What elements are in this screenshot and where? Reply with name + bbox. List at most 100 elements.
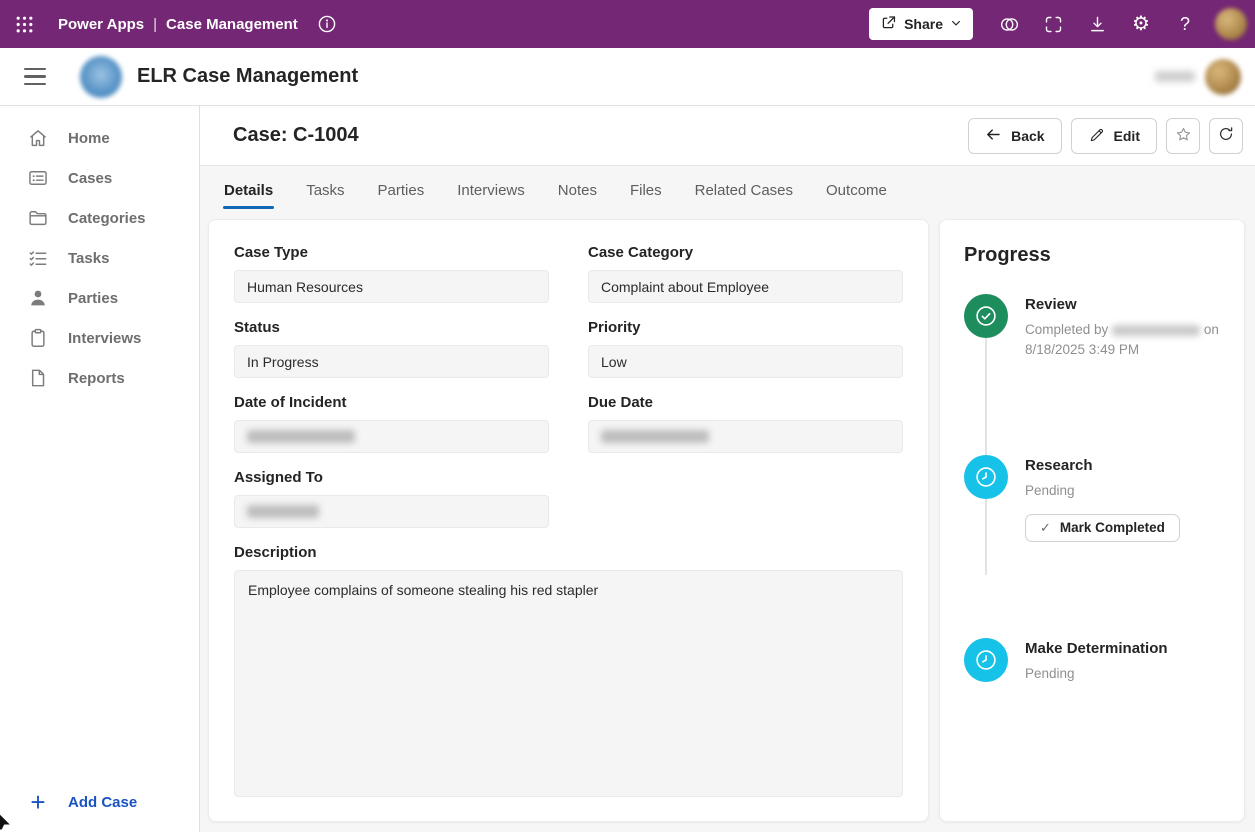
arrow-left-icon (985, 126, 1002, 146)
sidebar-item-reports[interactable]: Reports (0, 358, 199, 398)
user-avatar-small[interactable] (1205, 59, 1241, 95)
field-empty-slot (588, 469, 903, 528)
edit-button[interactable]: Edit (1071, 118, 1157, 154)
folder-icon (27, 207, 49, 229)
step-status: Pending (1025, 664, 1168, 684)
app-header: ELR Case Management (0, 48, 1255, 106)
office-topbar: Power Apps | Case Management Share (0, 0, 1255, 48)
field-description: Description Employee complains of someon… (234, 544, 903, 797)
share-chevron-down-icon (950, 16, 962, 32)
progress-step-make-determination: Make Determination Pending (964, 638, 1220, 684)
tab-notes[interactable]: Notes (557, 182, 598, 210)
refresh-icon (1217, 125, 1235, 146)
document-icon (27, 367, 49, 389)
pending-clock-icon (964, 455, 1008, 499)
date-of-incident-input[interactable] (234, 420, 549, 453)
description-textarea[interactable]: Employee complains of someone stealing h… (234, 570, 903, 797)
user-name-redacted (1155, 71, 1195, 82)
status-input[interactable]: In Progress (234, 345, 549, 378)
tab-files[interactable]: Files (629, 182, 663, 210)
app-name: Case Management (166, 16, 298, 33)
progress-timeline: Review Completed by on 8/18/2025 3:49 PM (964, 294, 1220, 683)
on-text: on (1204, 322, 1219, 337)
completed-check-icon (964, 294, 1008, 338)
tab-bar: Details Tasks Parties Interviews Notes F… (200, 166, 1255, 210)
add-case-label: Add Case (68, 794, 137, 811)
sidebar-item-home[interactable]: Home (0, 118, 199, 158)
sidebar-spacer (0, 398, 199, 778)
hamburger-menu-icon[interactable] (12, 54, 58, 100)
tab-parties[interactable]: Parties (377, 182, 426, 210)
share-button[interactable]: Share (869, 8, 973, 40)
step-body: Make Determination Pending (1025, 638, 1168, 684)
sidebar-item-label: Categories (68, 210, 146, 227)
share-icon (880, 14, 897, 34)
field-due-date: Due Date (588, 394, 903, 453)
download-icon[interactable] (1075, 2, 1119, 46)
step-body: Review Completed by on 8/18/2025 3:49 PM (1025, 294, 1220, 359)
topbar-title: Power Apps | Case Management (58, 16, 298, 33)
progress-step-research: Research Pending ✓ Mark Completed (964, 455, 1220, 542)
brand-name[interactable]: Power Apps (58, 16, 144, 33)
tab-tasks[interactable]: Tasks (305, 182, 345, 210)
check-icon: ✓ (1040, 520, 1051, 536)
mouse-cursor (0, 811, 13, 832)
field-label: Priority (588, 319, 903, 336)
assigned-to-input[interactable] (234, 495, 549, 528)
gear-glyph: ⚙ (1132, 14, 1150, 34)
priority-input[interactable]: Low (588, 345, 903, 378)
redacted-value (247, 505, 319, 518)
mark-completed-label: Mark Completed (1060, 520, 1165, 535)
step-name: Make Determination (1025, 640, 1168, 657)
sidebar-item-tasks[interactable]: Tasks (0, 238, 199, 278)
mark-completed-button[interactable]: ✓ Mark Completed (1025, 514, 1180, 542)
field-label: Due Date (588, 394, 903, 411)
redacted-value (601, 430, 709, 443)
waffle-menu-icon[interactable] (0, 0, 48, 48)
field-case-category: Case Category Complaint about Employee (588, 244, 903, 303)
sidebar-item-label: Cases (68, 170, 112, 187)
add-case-button[interactable]: + Add Case (0, 778, 199, 826)
checklist-icon (27, 247, 49, 269)
sidebar-item-label: Parties (68, 290, 118, 307)
sidebar-item-categories[interactable]: Categories (0, 198, 199, 238)
progress-step-review: Review Completed by on 8/18/2025 3:49 PM (964, 294, 1220, 359)
sidebar-item-label: Home (68, 130, 110, 147)
refresh-button[interactable] (1209, 118, 1243, 154)
due-date-input[interactable] (588, 420, 903, 453)
app-title: ELR Case Management (137, 65, 358, 88)
help-icon[interactable]: ? (1163, 2, 1207, 46)
step-detail: Completed by on 8/18/2025 3:49 PM (1025, 320, 1220, 359)
title-divider: | (153, 16, 157, 33)
tab-related-cases[interactable]: Related Cases (694, 182, 794, 210)
field-label: Description (234, 544, 903, 561)
case-header-actions: Back Edit (968, 118, 1243, 154)
settings-gear-icon[interactable]: ⚙ (1119, 2, 1163, 46)
app-logo (80, 56, 122, 98)
fullscreen-frame-icon[interactable] (1031, 2, 1075, 46)
case-category-input[interactable]: Complaint about Employee (588, 270, 903, 303)
person-icon (27, 287, 49, 309)
tab-interviews[interactable]: Interviews (456, 182, 526, 210)
sidebar-item-parties[interactable]: Parties (0, 278, 199, 318)
back-button[interactable]: Back (968, 118, 1061, 154)
tab-outcome[interactable]: Outcome (825, 182, 888, 210)
field-label: Assigned To (234, 469, 549, 486)
tab-details[interactable]: Details (223, 182, 274, 210)
sidebar-item-label: Interviews (68, 330, 141, 347)
sidebar-item-cases[interactable]: Cases (0, 158, 199, 198)
sidebar-item-interviews[interactable]: Interviews (0, 318, 199, 358)
card-list-icon (27, 167, 49, 189)
case-details-card: Case Type Human Resources Case Category … (208, 219, 929, 822)
favorite-star-button[interactable] (1166, 118, 1200, 154)
field-date-of-incident: Date of Incident (234, 394, 549, 453)
field-case-type: Case Type Human Resources (234, 244, 549, 303)
field-label: Date of Incident (234, 394, 549, 411)
progress-panel: Progress Review (939, 219, 1245, 822)
info-icon[interactable] (317, 14, 337, 34)
user-avatar[interactable] (1215, 8, 1247, 40)
case-type-input[interactable]: Human Resources (234, 270, 549, 303)
topbar-actions: Share ⚙ ? (869, 2, 1255, 46)
field-label: Status (234, 319, 549, 336)
copilot-icon[interactable] (987, 2, 1031, 46)
